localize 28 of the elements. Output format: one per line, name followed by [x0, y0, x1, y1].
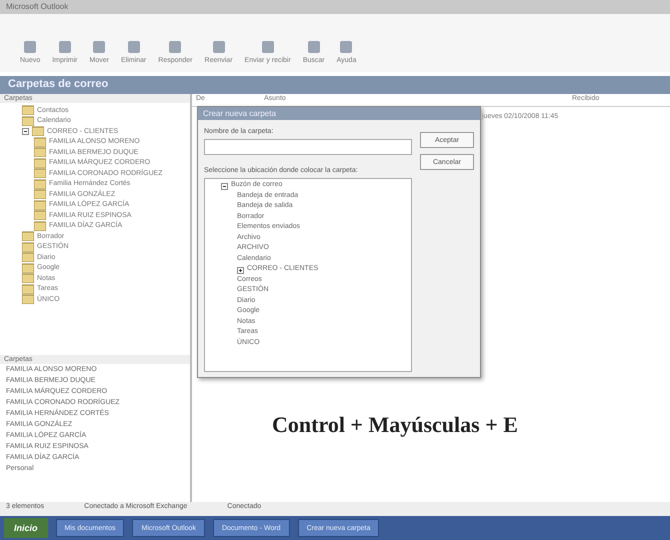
folder-icon: [22, 242, 34, 252]
plus-icon[interactable]: [237, 266, 244, 274]
input-field[interactable]: [204, 139, 412, 155]
folder-icon: [34, 210, 46, 220]
folder-icon: [34, 189, 46, 200]
folder-icon: [32, 126, 44, 136]
folder-icon: [22, 273, 34, 284]
folder-icon: [22, 262, 34, 273]
folder-icon: [34, 147, 46, 158]
dialog-title: Crear nueva carpeta: [198, 107, 480, 120]
window-title: Microsoft Outlook: [6, 2, 68, 11]
folder-icon: [34, 168, 46, 178]
minus-icon[interactable]: [22, 128, 29, 135]
start-button[interactable]: Inicio: [4, 518, 48, 538]
folder-icon: [34, 136, 46, 147]
folder-icon: [34, 200, 46, 210]
folder-icon: [22, 116, 34, 126]
folder-icon: [34, 220, 46, 231]
folder-icon: [34, 178, 46, 189]
folder-icon: [22, 105, 34, 116]
folder-icon: [22, 294, 34, 304]
folder-icon: [22, 252, 34, 262]
folder-icon: [34, 158, 46, 168]
folder-icon: [22, 231, 34, 242]
folder-icon: [22, 284, 34, 294]
caption: Control + Mayúsculas + E: [272, 412, 518, 438]
minus-icon[interactable]: [221, 182, 228, 190]
header-title: Carpetas de correo: [8, 78, 108, 90]
